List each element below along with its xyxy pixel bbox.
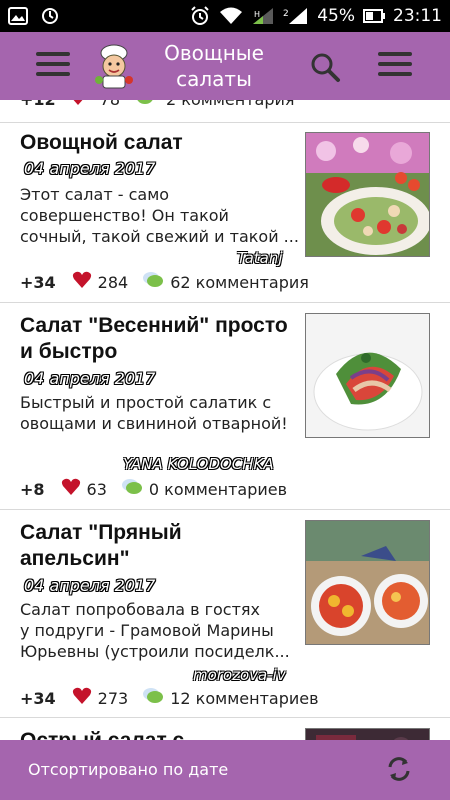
recipe-photo[interactable] [305,132,430,257]
item-stats: +34 273 12 комментариев [20,687,319,709]
list-item[interactable]: Салат "Весенний" просто и быстро 04 апре… [0,303,450,509]
item-title: Острый салат с [20,728,300,740]
item-description: Этот салат - само совершенство! Он такой… [20,184,300,247]
search-icon[interactable] [309,51,341,83]
title-line: апельсин" [20,547,130,570]
battery-icon [363,9,385,23]
item-author: Tatanj [237,249,283,267]
signal-sim2-icon: 2 [283,6,309,26]
heart-icon [72,687,92,709]
page-title-line1: Овощные [164,41,264,65]
desc-line: овощами и свининой отварной! [20,414,288,433]
partial-item-stats: +12 78 2 комментария [20,100,295,110]
refresh-icon[interactable] [384,754,414,784]
recipe-photo[interactable] [305,728,430,740]
desc-line: сочный, такой свежий и такой ... [20,227,299,246]
comments-count: 62 комментария [170,272,309,292]
item-date: 04 апреля 2017 [24,369,156,388]
heart-icon [72,271,92,293]
rating-plus: +8 [20,479,45,499]
svg-text:H: H [254,10,260,19]
comments-icon [142,271,164,293]
page-title: Овощные салаты [150,40,278,92]
item-stats: +34 284 62 комментария [20,271,309,293]
battery-percent: 45% [317,6,355,26]
recipe-list[interactable]: +12 78 2 комментария Овощной салат 04 ап… [0,100,450,740]
likes-count: 78 [100,100,120,109]
comments-icon [142,687,164,709]
item-stats: +8 63 0 комментариев [20,478,287,500]
likes-count: 273 [97,688,129,708]
item-date: 04 апреля 2017 [24,576,156,595]
rating-plus: +34 [20,688,56,708]
sort-bar: Отсортировано по дате [0,740,450,800]
svg-text:2: 2 [283,9,289,19]
title-line: Салат "Весенний" просто [20,314,288,337]
options-menu-icon[interactable] [378,52,412,80]
list-item[interactable]: Салат "Пряный апельсин" 04 апреля 2017 С… [0,510,450,717]
item-author: YANA KOLODOCHKA [123,455,274,473]
heart-icon [61,478,81,500]
item-author: morozova-iv [193,666,286,684]
rating-plus: +12 [20,100,56,109]
signal-sim1-icon: H [251,6,275,26]
alarm-icon [189,5,211,27]
desc-line: Юрьевны (устроили посиделк... [20,642,290,661]
title-line: и быстро [20,340,118,363]
desc-line: у подруги - Грамовой Марины [20,621,274,640]
desc-line: Быстрый и простой салатик с [20,393,272,412]
recipe-photo[interactable] [305,313,430,438]
list-item[interactable]: Овощной салат 04 апреля 2017 Этот салат … [0,123,450,302]
heart-icon [68,100,88,110]
item-description: Салат попробовала в гостях у подруги - Г… [20,599,300,662]
item-title: Салат "Пряный апельсин" [20,520,300,572]
comments-icon [121,478,143,500]
item-title: Салат "Весенний" просто и быстро [20,313,300,365]
app-bar: Овощные салаты [0,32,450,100]
chef-logo-icon [90,42,138,90]
item-title: Овощной салат [20,131,183,154]
gallery-icon [8,7,28,25]
menu-icon[interactable] [36,52,70,80]
clock: 23:11 [393,6,442,26]
status-bar: H 2 45% 23:11 [0,0,450,32]
desc-line: совершенство! Он такой [20,206,229,225]
title-line: Салат "Пряный [20,521,182,544]
recipe-photo[interactable] [305,520,430,645]
desc-line: Этот салат - само [20,185,170,204]
rating-plus: +34 [20,272,56,292]
item-date: 04 апреля 2017 [24,159,156,178]
sync-icon [40,6,60,26]
page-title-line2: салаты [176,67,252,91]
likes-count: 284 [97,272,129,292]
comments-count: 2 комментария [166,100,294,109]
wifi-icon [219,6,243,26]
sort-label: Отсортировано по дате [28,760,229,779]
comments-count: 12 комментариев [170,688,319,708]
item-description: Быстрый и простой салатик с овощами и св… [20,392,300,434]
comments-icon [132,100,154,110]
comments-count: 0 комментариев [148,479,288,499]
desc-line: Салат попробовала в гостях [20,600,260,619]
likes-count: 63 [86,479,107,499]
app-screen: H 2 45% 23:11 Овощные салаты Овощной сал… [0,0,450,800]
list-item[interactable]: Острый салат с [0,718,450,740]
